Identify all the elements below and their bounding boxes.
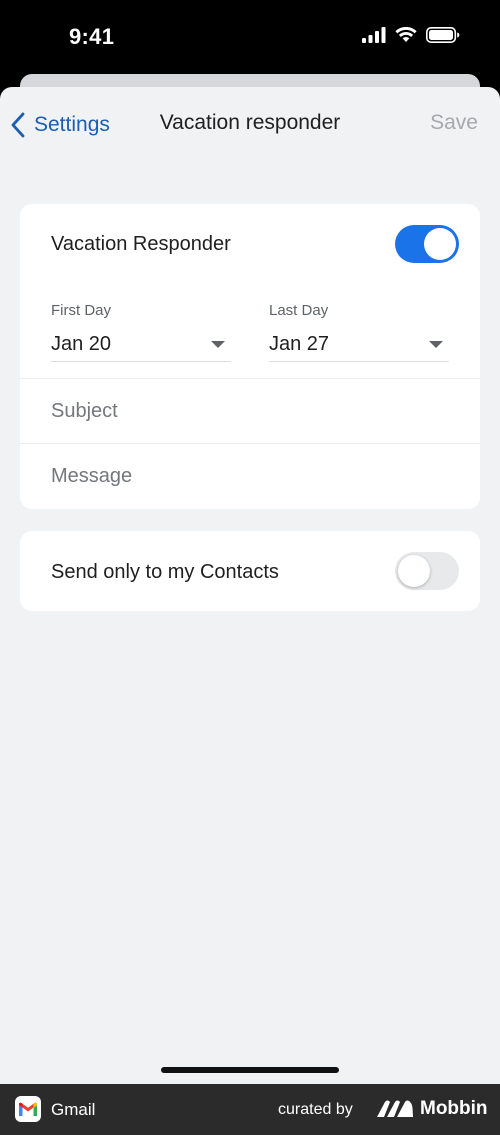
first-day-value: Jan 20: [51, 333, 112, 355]
mobbin-logo-icon: [377, 1100, 413, 1117]
toggle-knob: [424, 228, 456, 260]
last-day-field: Last Day Jan 27: [269, 302, 449, 362]
page-title: Vacation responder: [159, 111, 341, 134]
status-icons: [362, 27, 460, 43]
send-only-contacts-label: Send only to my Contacts: [51, 561, 279, 583]
last-day-value: Jan 27: [269, 333, 330, 355]
toggle-knob: [398, 555, 430, 587]
cellular-signal-icon: [362, 27, 386, 43]
battery-icon: [426, 27, 460, 43]
vacation-responder-sheet: Settings Vacation responder Save Vacatio…: [0, 87, 500, 1084]
divider: [20, 378, 480, 379]
vacation-responder-label: Vacation Responder: [51, 233, 231, 255]
footer-app-name: Gmail: [51, 1100, 96, 1119]
footer-brand: Mobbin: [420, 1098, 488, 1119]
vacation-responder-toggle[interactable]: [395, 225, 459, 263]
status-time: 9:41: [69, 24, 115, 49]
message-input[interactable]: [51, 461, 451, 491]
caret-down-icon: [211, 341, 225, 348]
first-day-dropdown[interactable]: Jan 20: [51, 328, 231, 362]
save-button[interactable]: Save: [430, 111, 478, 135]
first-day-label: First Day: [51, 302, 111, 319]
navigation-bar: Settings Vacation responder Save: [0, 87, 500, 163]
status-bar: 9:41: [0, 0, 500, 76]
vacation-settings-card: Vacation Responder First Day Jan 20 Last…: [20, 204, 480, 509]
last-day-label: Last Day: [269, 302, 329, 319]
divider: [20, 443, 480, 444]
footer-curated-by: curated by: [278, 1101, 353, 1118]
gmail-logo-icon: [15, 1096, 41, 1122]
footer-bar: Gmail curated by Mobbin: [0, 1084, 500, 1135]
last-day-dropdown[interactable]: Jan 27: [269, 328, 449, 362]
first-day-field: First Day Jan 20: [51, 302, 231, 362]
wifi-icon: [395, 27, 417, 42]
home-indicator: [161, 1067, 339, 1073]
contacts-card: Send only to my Contacts: [20, 531, 480, 611]
caret-down-icon: [429, 341, 443, 348]
subject-input[interactable]: [51, 396, 451, 426]
send-only-contacts-toggle[interactable]: [395, 552, 459, 590]
